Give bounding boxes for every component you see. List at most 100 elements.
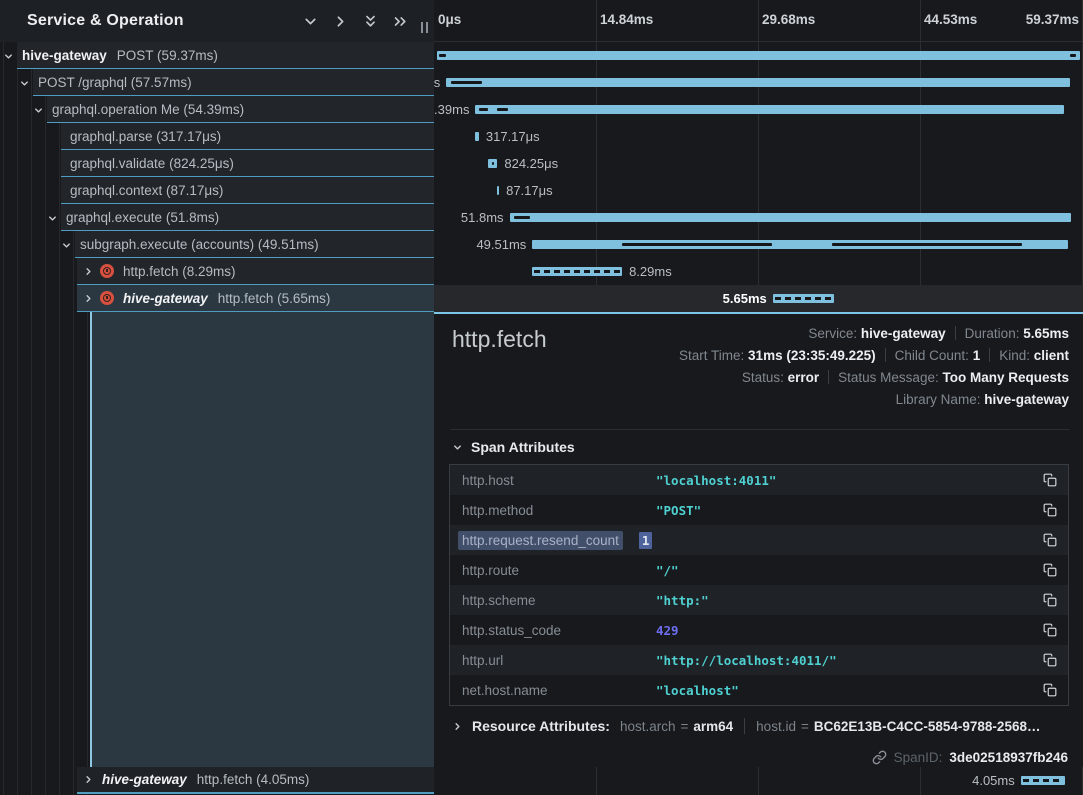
indent-guide: [3, 42, 4, 795]
attribute-row[interactable]: http.route"/": [450, 555, 1068, 585]
span-operation-label: graphql.validate (824.25μs): [70, 156, 234, 171]
tree-row[interactable]: POST /graphql (57.57ms): [33, 69, 434, 96]
tree-row[interactable]: hive-gatewayhttp.fetch (4.05ms): [77, 767, 434, 794]
attribute-row[interactable]: http.scheme"http:": [450, 585, 1068, 615]
link-icon[interactable]: [872, 750, 887, 765]
span-duration-bar[interactable]: [475, 105, 1064, 114]
span-attributes-toggle[interactable]: Span Attributes: [452, 439, 575, 455]
tree-row[interactable]: graphql.operation Me (54.39ms): [47, 96, 434, 123]
span-duration-bar[interactable]: [437, 51, 1080, 60]
resource-value: arm64: [693, 719, 733, 734]
span-operation-label: graphql.context (87.17μs): [70, 183, 223, 198]
child-span-mark: [1070, 54, 1076, 57]
span-detail-title: http.fetch: [452, 326, 547, 353]
axis-tick: 29.68ms: [762, 12, 815, 27]
span-detail-panel: http.fetch Service: hive-gatewayDuration…: [434, 312, 1083, 767]
span-duration-bar[interactable]: [1021, 776, 1065, 785]
tree-row[interactable]: graphql.validate (824.25μs): [61, 150, 434, 177]
detail-meta-line: Start Time: 31ms (23:35:49.225)Child Cou…: [679, 345, 1069, 367]
attribute-row[interactable]: net.host.name"localhost": [450, 675, 1068, 705]
attribute-row[interactable]: http.status_code429: [450, 615, 1068, 645]
collapse-chevron-icon[interactable]: [19, 77, 30, 92]
copy-icon[interactable]: [1043, 533, 1057, 547]
meta-value: hive-gateway: [861, 326, 946, 341]
span-duration-bar[interactable]: [446, 78, 1069, 87]
span-operation-label: http.fetch (5.65ms): [218, 291, 331, 306]
timeline-rows: 57.57ms54.39ms317.17μs824.25μs87.17μs51.…: [434, 42, 1083, 312]
attribute-row[interactable]: http.url"http://localhost:4011/": [450, 645, 1068, 675]
bar-duration-label: 57.57ms: [434, 69, 440, 96]
collapsed-children-dashes: [1023, 779, 1063, 782]
attribute-value: "http:": [656, 593, 709, 608]
tree-row[interactable]: http.fetch (8.29ms): [77, 258, 434, 285]
span-duration-bar[interactable]: [488, 159, 497, 168]
indent-guide: [31, 42, 32, 795]
chevron-down-icon[interactable]: [302, 13, 319, 30]
axis-tick: 14.84ms: [600, 12, 653, 27]
copy-icon[interactable]: [1043, 683, 1057, 697]
child-span-mark: [451, 81, 482, 84]
span-duration-bar[interactable]: [475, 132, 478, 141]
collapse-chevron-icon[interactable]: [33, 104, 44, 119]
chevron-down-icon: [452, 442, 463, 453]
copy-icon[interactable]: [1043, 473, 1057, 487]
expand-chevron-icon[interactable]: [83, 266, 94, 277]
copy-icon[interactable]: [1043, 623, 1057, 637]
span-tree-panel: hive-gatewayPOST (59.37ms)POST /graphql …: [0, 0, 434, 795]
tree-header: Service & Operation: [0, 0, 434, 42]
panel-resize-handle[interactable]: [421, 22, 428, 33]
attribute-value: "localhost": [656, 683, 739, 698]
span-service-name: hive-gateway: [102, 772, 187, 787]
span-duration-bar[interactable]: [532, 240, 1068, 249]
timeline-row: 49.51ms: [434, 231, 1083, 258]
resource-attributes-heading[interactable]: Resource Attributes:: [472, 718, 610, 734]
detail-separator: [450, 429, 1069, 430]
span-service-name: hive-gateway: [123, 291, 208, 306]
tree-row[interactable]: hive-gatewayPOST (59.37ms): [17, 42, 434, 69]
timeline-row: 5.65ms: [434, 285, 1083, 312]
attribute-key: http.url: [462, 653, 656, 668]
attribute-value: 1: [639, 532, 653, 549]
span-duration-bar[interactable]: [532, 267, 622, 276]
expand-chevron-icon[interactable]: [83, 774, 94, 785]
tree-row[interactable]: subgraph.execute (accounts) (49.51ms): [75, 231, 434, 258]
indent-guide: [59, 42, 60, 795]
copy-icon[interactable]: [1043, 593, 1057, 607]
axis-tick: 59.37ms: [1026, 12, 1079, 27]
copy-icon[interactable]: [1043, 653, 1057, 667]
timeline-row: [434, 42, 1083, 69]
copy-icon[interactable]: [1043, 503, 1057, 517]
span-duration-bar[interactable]: [497, 186, 499, 195]
detail-meta-line: Library Name: hive-gateway: [679, 389, 1069, 411]
expand-chevron-icon[interactable]: [452, 721, 463, 732]
collapse-chevron-icon[interactable]: [3, 50, 14, 65]
timeline-row: 54.39ms: [434, 96, 1083, 123]
chevrons-right-icon[interactable]: [392, 13, 409, 30]
resource-key: host.id: [756, 719, 796, 734]
tree-row[interactable]: graphql.context (87.17μs): [61, 177, 434, 204]
tree-header-title: Service & Operation: [0, 12, 302, 30]
meta-value: hive-gateway: [984, 392, 1069, 407]
span-duration-bar[interactable]: [510, 213, 1071, 222]
tree-row[interactable]: graphql.execute (51.8ms): [61, 204, 434, 231]
chevron-right-icon[interactable]: [332, 13, 349, 30]
tree-row[interactable]: graphql.parse (317.17μs): [61, 123, 434, 150]
meta-label: Library Name:: [896, 392, 985, 407]
copy-icon[interactable]: [1043, 563, 1057, 577]
child-span-mark: [497, 108, 509, 111]
attribute-value: "POST": [656, 503, 701, 518]
timeline-row: 51.8ms: [434, 204, 1083, 231]
collapse-chevron-icon[interactable]: [47, 212, 58, 227]
meta-value: 31ms (23:35:49.225): [748, 348, 876, 363]
attribute-row[interactable]: http.request.resend_count1: [450, 525, 1068, 555]
chevrons-down-icon[interactable]: [362, 13, 379, 30]
attribute-row[interactable]: http.host"localhost:4011": [450, 465, 1068, 495]
collapse-chevron-icon[interactable]: [61, 239, 72, 254]
expand-chevron-icon[interactable]: [83, 293, 94, 304]
tree-row[interactable]: hive-gateway http.fetch (5.65ms): [77, 285, 434, 312]
timeline-panel: 0μs 14.84ms 29.68ms 44.53ms 59.37ms 57.5…: [434, 0, 1083, 795]
timeline-row: 824.25μs: [434, 150, 1083, 177]
attribute-row[interactable]: http.method"POST": [450, 495, 1068, 525]
selected-span-expanded-area[interactable]: [90, 312, 434, 767]
span-duration-bar[interactable]: [773, 294, 834, 303]
